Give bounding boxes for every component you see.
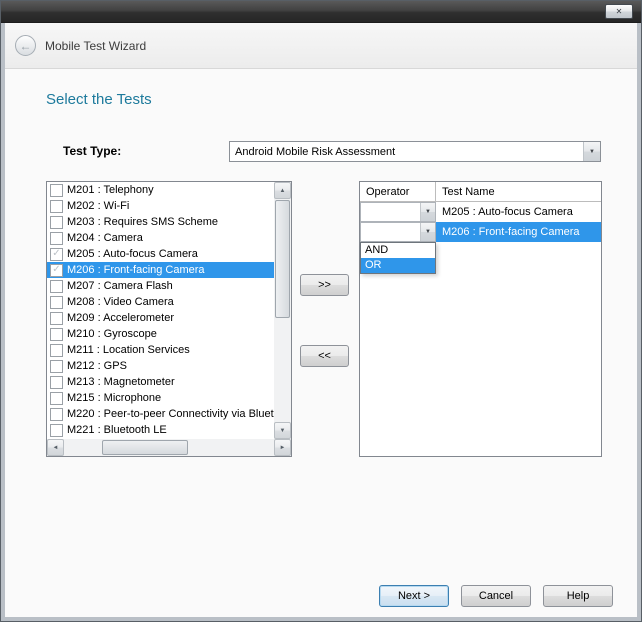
checkbox-icon[interactable]: [50, 280, 63, 293]
operator-cell: ▼: [360, 222, 436, 242]
available-test-item[interactable]: M201 : Telephony: [47, 182, 274, 198]
operator-cell: ▼: [360, 202, 436, 222]
add-tests-button[interactable]: >>: [300, 274, 349, 296]
test-label: M213 : Magnetometer: [67, 376, 175, 388]
wizard-dialog: ← Mobile Test Wizard Select the Tests Te…: [5, 23, 637, 617]
test-label: M220 : Peer-to-peer Connectivity via Blu…: [67, 408, 274, 420]
test-label: M215 : Microphone: [67, 392, 161, 404]
chevron-down-icon: ▼: [420, 203, 435, 221]
test-label: M221 : Bluetooth LE: [67, 424, 167, 436]
checkbox-icon[interactable]: [50, 232, 63, 245]
scroll-right-icon: ►: [280, 445, 286, 451]
available-test-item[interactable]: M204 : Camera: [47, 230, 274, 246]
test-label: M209 : Accelerometer: [67, 312, 174, 324]
checkbox-checked-icon[interactable]: ✓: [50, 248, 63, 261]
wizard-header: ← Mobile Test Wizard: [5, 23, 637, 69]
scroll-down-icon: ▼: [280, 428, 286, 434]
cancel-button[interactable]: Cancel: [461, 585, 531, 607]
available-test-item[interactable]: M220 : Peer-to-peer Connectivity via Blu…: [47, 406, 274, 422]
scroll-left-button[interactable]: ◄: [47, 439, 64, 456]
close-icon: ✕: [616, 7, 623, 16]
available-test-item[interactable]: M212 : GPS: [47, 358, 274, 374]
available-test-item[interactable]: M203 : Requires SMS Scheme: [47, 214, 274, 230]
checkbox-icon[interactable]: [50, 376, 63, 389]
available-tests-listbox: M201 : Telephony M202 : Wi-Fi M203 : Requi…: [46, 181, 292, 457]
chevron-down-icon: ▼: [583, 142, 600, 161]
checkbox-icon[interactable]: [50, 408, 63, 421]
titlebar[interactable]: ✕: [1, 1, 641, 23]
checkbox-icon[interactable]: [50, 216, 63, 229]
selected-tests-table: Operator Test Name ▼M205 : Auto-focus Ca…: [359, 181, 602, 457]
table-header: Operator Test Name: [360, 182, 601, 202]
back-button[interactable]: ←: [15, 35, 36, 56]
selected-tests-rows: ▼M205 : Auto-focus Camera▼M206 : Front-f…: [360, 202, 601, 242]
available-test-item[interactable]: M210 : Gyroscope: [47, 326, 274, 342]
selected-test-row[interactable]: ▼M206 : Front-facing Camera: [360, 222, 601, 242]
close-button[interactable]: ✕: [605, 4, 633, 19]
operator-option[interactable]: OR: [361, 258, 435, 273]
test-label: M202 : Wi-Fi: [67, 200, 129, 212]
test-label: M210 : Gyroscope: [67, 328, 157, 340]
scroll-up-button[interactable]: ▲: [274, 182, 291, 199]
checkbox-icon[interactable]: [50, 328, 63, 341]
vertical-scrollbar[interactable]: ▲ ▼: [274, 182, 291, 439]
available-test-item[interactable]: M209 : Accelerometer: [47, 310, 274, 326]
operator-dropdown-list: ANDOR: [360, 242, 436, 274]
column-header-test-name: Test Name: [436, 182, 601, 201]
available-test-item[interactable]: M207 : Camera Flash: [47, 278, 274, 294]
scroll-down-button[interactable]: ▼: [274, 422, 291, 439]
operator-combobox[interactable]: ▼: [360, 222, 436, 242]
chevron-down-icon: ▼: [420, 223, 435, 241]
selected-test-row[interactable]: ▼M205 : Auto-focus Camera: [360, 202, 601, 222]
test-type-label: Test Type:: [63, 144, 121, 158]
help-button[interactable]: Help: [543, 585, 613, 607]
operator-option[interactable]: AND: [361, 243, 435, 258]
checkbox-icon[interactable]: [50, 184, 63, 197]
scroll-right-button[interactable]: ►: [274, 439, 291, 456]
test-label: M203 : Requires SMS Scheme: [67, 216, 218, 228]
test-name-cell[interactable]: M206 : Front-facing Camera: [436, 222, 601, 242]
test-label: M208 : Video Camera: [67, 296, 174, 308]
available-test-item[interactable]: M213 : Magnetometer: [47, 374, 274, 390]
available-test-item[interactable]: M208 : Video Camera: [47, 294, 274, 310]
test-label: M212 : GPS: [67, 360, 127, 372]
back-arrow-icon: ←: [20, 39, 32, 53]
page-heading: Select the Tests: [46, 91, 152, 108]
checkbox-icon[interactable]: [50, 344, 63, 357]
checkbox-icon[interactable]: [50, 360, 63, 373]
available-test-item[interactable]: ✓ M206 : Front-facing Camera: [47, 262, 274, 278]
mobile-test-wizard-window: ✕ ← Mobile Test Wizard Select the Tests …: [0, 0, 642, 622]
horizontal-scrollbar[interactable]: ◄ ►: [47, 439, 291, 456]
vertical-scrollbar-thumb[interactable]: [275, 200, 290, 318]
test-label: M207 : Camera Flash: [67, 280, 173, 292]
checkbox-checked-icon[interactable]: ✓: [50, 264, 63, 277]
available-test-item[interactable]: M211 : Location Services: [47, 342, 274, 358]
test-label: M211 : Location Services: [67, 344, 190, 356]
checkbox-icon[interactable]: [50, 200, 63, 213]
test-label: M201 : Telephony: [67, 184, 154, 196]
horizontal-scrollbar-thumb[interactable]: [102, 440, 188, 455]
wizard-title: Mobile Test Wizard: [45, 23, 146, 69]
test-type-dropdown[interactable]: Android Mobile Risk Assessment ▼: [229, 141, 601, 162]
available-test-item[interactable]: ✓ M205 : Auto-focus Camera: [47, 246, 274, 262]
operator-combobox[interactable]: ▼: [360, 202, 436, 222]
available-test-item[interactable]: M215 : Microphone: [47, 390, 274, 406]
scroll-up-icon: ▲: [280, 188, 286, 194]
checkbox-icon[interactable]: [50, 424, 63, 437]
test-label: M205 : Auto-focus Camera: [67, 248, 198, 260]
checkbox-icon[interactable]: [50, 312, 63, 325]
next-button[interactable]: Next >: [379, 585, 449, 607]
scroll-left-icon: ◄: [53, 445, 59, 451]
checkbox-icon[interactable]: [50, 296, 63, 309]
remove-tests-button[interactable]: <<: [300, 345, 349, 367]
column-header-operator: Operator: [360, 182, 436, 201]
test-label: M206 : Front-facing Camera: [67, 264, 205, 276]
test-label: M204 : Camera: [67, 232, 143, 244]
test-type-value: Android Mobile Risk Assessment: [230, 146, 583, 158]
available-test-item[interactable]: M221 : Bluetooth LE: [47, 422, 274, 438]
available-tests-items: M201 : Telephony M202 : Wi-Fi M203 : Requi…: [47, 182, 274, 439]
available-test-item[interactable]: M202 : Wi-Fi: [47, 198, 274, 214]
checkbox-icon[interactable]: [50, 392, 63, 405]
test-name-cell[interactable]: M205 : Auto-focus Camera: [436, 202, 601, 222]
